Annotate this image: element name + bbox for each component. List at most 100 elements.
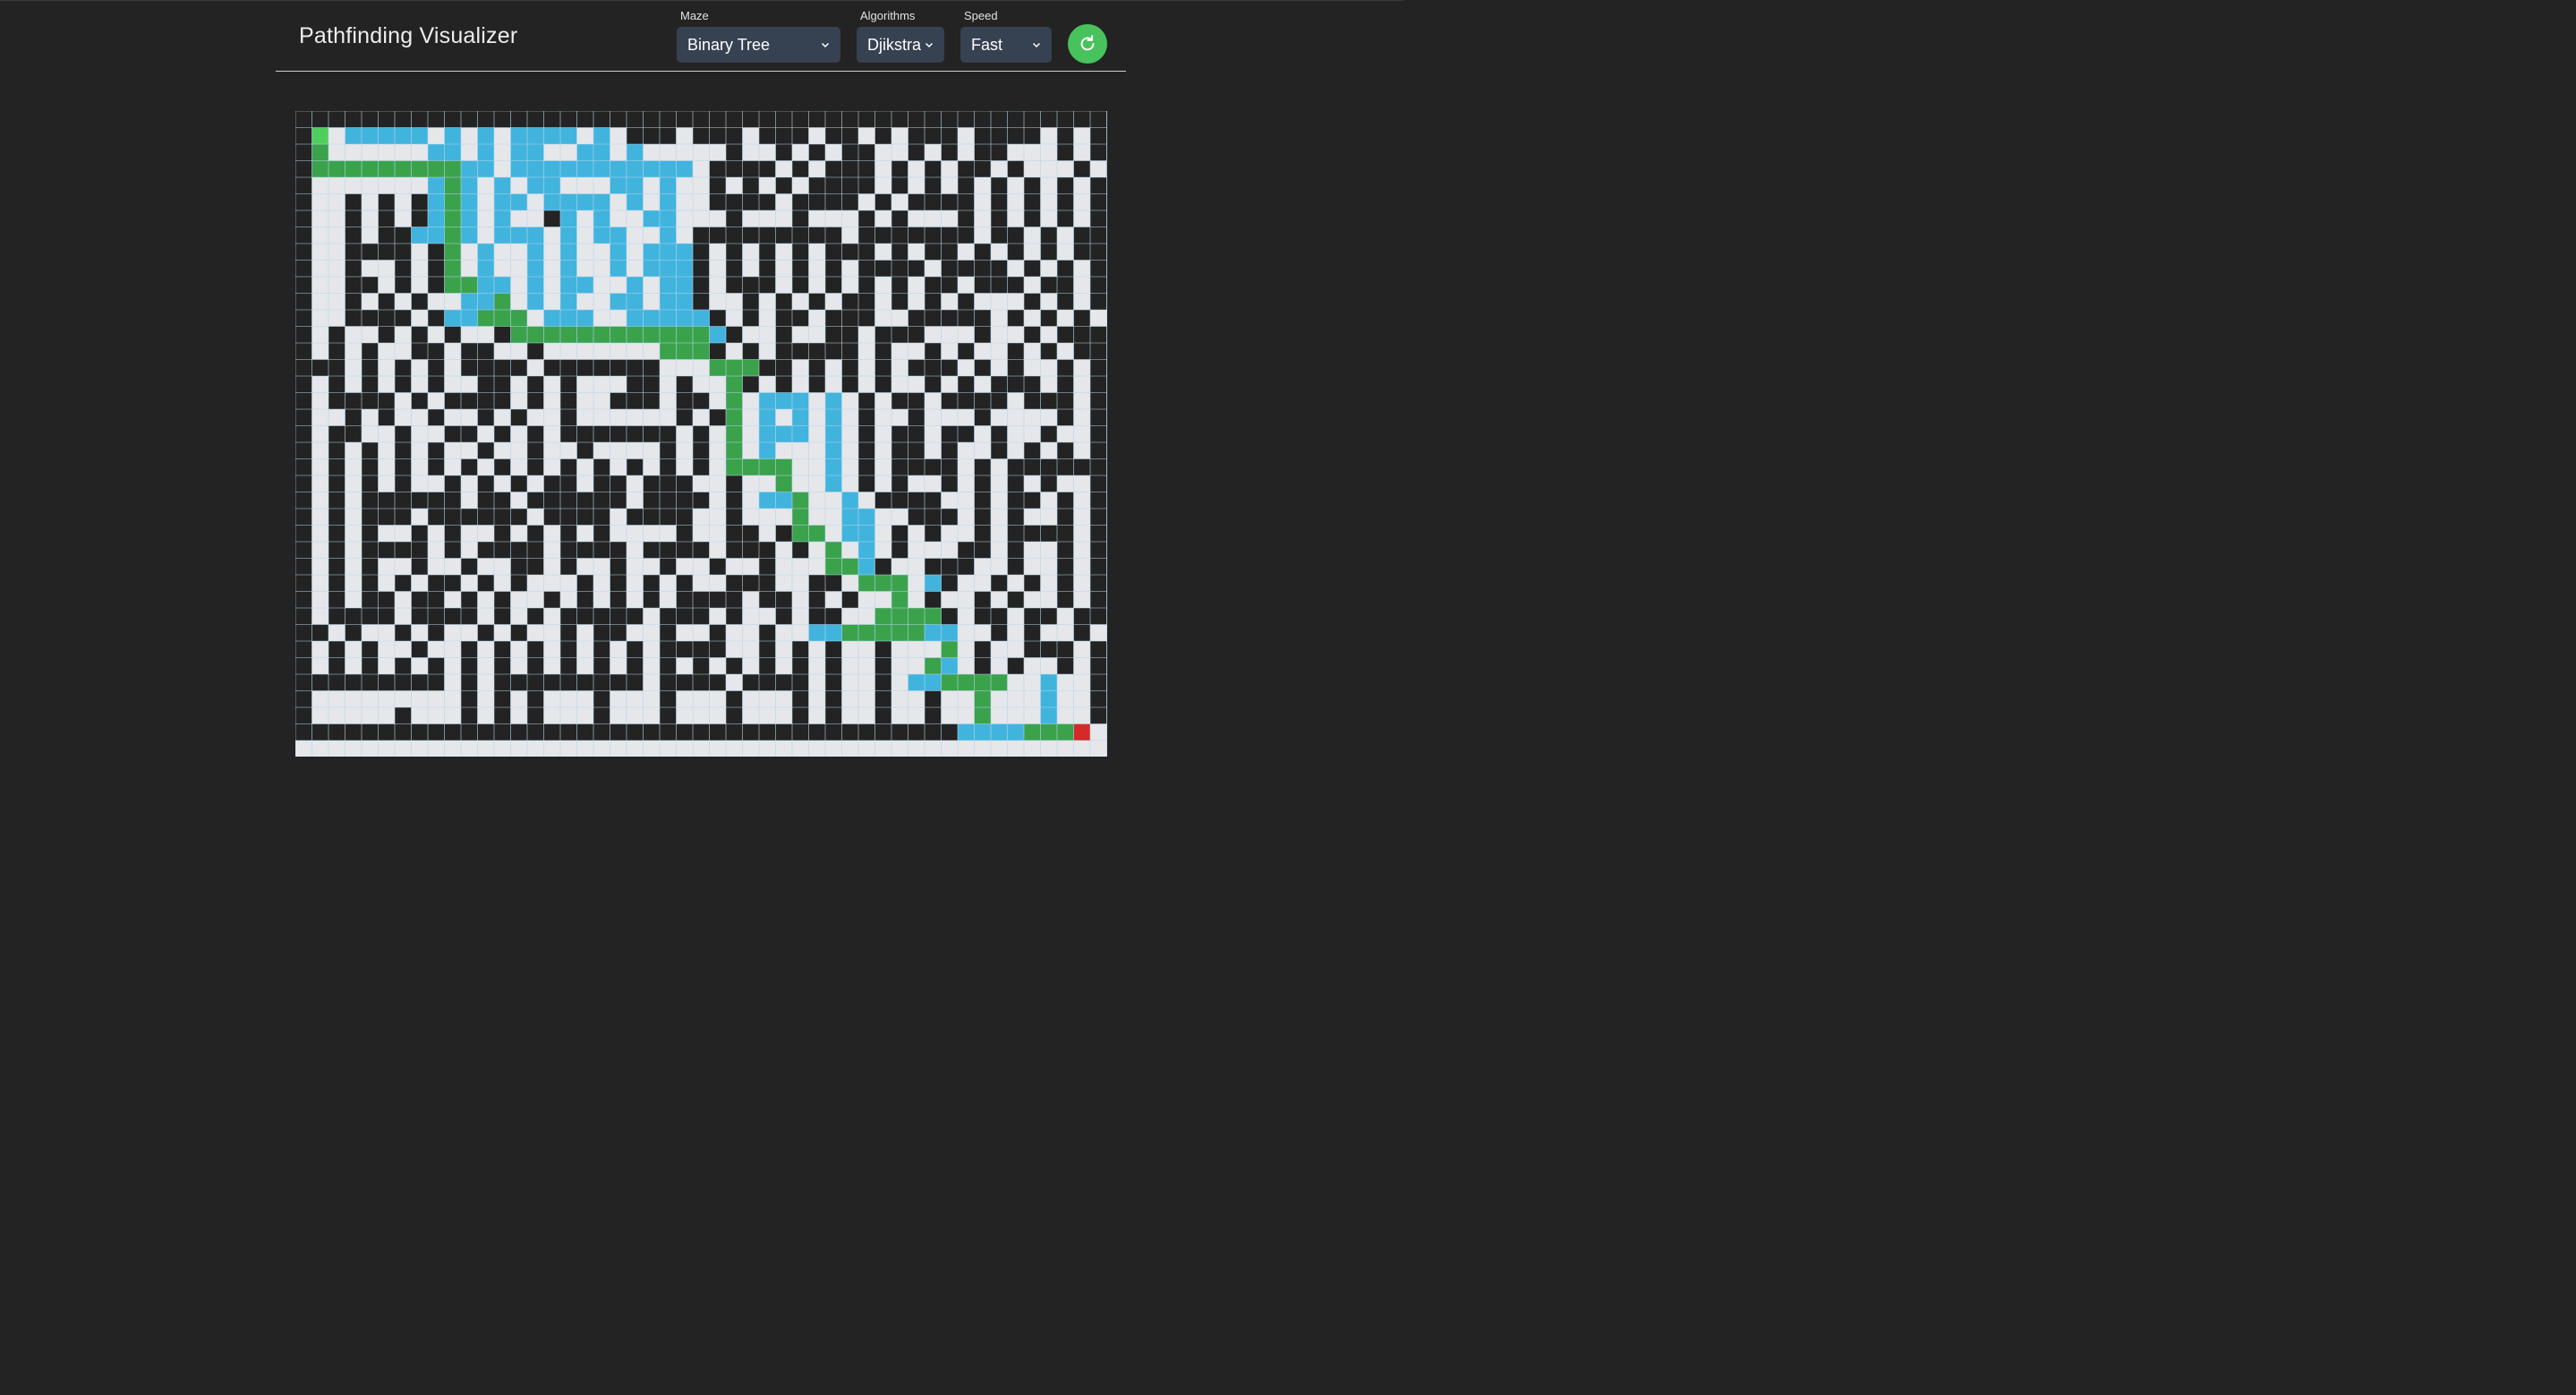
- wall-cell[interactable]: [858, 260, 875, 278]
- wall-cell[interactable]: [1007, 310, 1025, 327]
- wall-cell[interactable]: [428, 442, 445, 459]
- wall-cell[interactable]: [775, 591, 793, 609]
- wall-cell[interactable]: [1057, 392, 1074, 410]
- path-cell[interactable]: [693, 326, 710, 344]
- wall-cell[interactable]: [461, 343, 478, 360]
- wall-cell[interactable]: [311, 624, 329, 642]
- path-cell[interactable]: [676, 343, 694, 360]
- wall-cell[interactable]: [908, 359, 925, 377]
- wall-cell[interactable]: [693, 492, 710, 509]
- wall-cell[interactable]: [1090, 227, 1107, 244]
- wall-cell[interactable]: [543, 509, 561, 526]
- wall-cell[interactable]: [709, 409, 727, 426]
- path-cell[interactable]: [444, 277, 462, 294]
- path-cell[interactable]: [444, 244, 462, 261]
- wall-cell[interactable]: [908, 326, 925, 344]
- wall-cell[interactable]: [1057, 641, 1074, 658]
- wall-cell[interactable]: [726, 277, 743, 294]
- path-cell[interactable]: [643, 326, 661, 344]
- path-cell[interactable]: [726, 409, 743, 426]
- wall-cell[interactable]: [1057, 409, 1074, 426]
- wall-cell[interactable]: [974, 542, 992, 559]
- wall-cell[interactable]: [494, 690, 511, 708]
- wall-cell[interactable]: [428, 674, 445, 691]
- wall-cell[interactable]: [841, 111, 859, 128]
- path-cell[interactable]: [345, 160, 363, 178]
- wall-cell[interactable]: [974, 260, 992, 278]
- wall-cell[interactable]: [874, 127, 892, 145]
- visited-cell[interactable]: [660, 293, 677, 311]
- visited-cell[interactable]: [527, 127, 544, 145]
- wall-cell[interactable]: [908, 144, 925, 161]
- wall-cell[interactable]: [362, 492, 379, 509]
- visited-cell[interactable]: [1007, 723, 1025, 741]
- path-cell[interactable]: [444, 160, 462, 178]
- wall-cell[interactable]: [328, 575, 345, 592]
- wall-cell[interactable]: [941, 458, 959, 476]
- wall-cell[interactable]: [1040, 641, 1058, 658]
- wall-cell[interactable]: [1024, 624, 1041, 642]
- wall-cell[interactable]: [660, 608, 677, 625]
- visited-cell[interactable]: [560, 193, 577, 211]
- path-cell[interactable]: [378, 160, 396, 178]
- wall-cell[interactable]: [1007, 458, 1025, 476]
- wall-cell[interactable]: [775, 293, 793, 311]
- wall-cell[interactable]: [925, 723, 942, 741]
- wall-cell[interactable]: [974, 509, 992, 526]
- wall-cell[interactable]: [1024, 525, 1041, 543]
- path-cell[interactable]: [527, 326, 544, 344]
- visited-cell[interactable]: [576, 193, 594, 211]
- visited-cell[interactable]: [543, 177, 561, 194]
- wall-cell[interactable]: [593, 674, 610, 691]
- wall-cell[interactable]: [941, 723, 959, 741]
- path-cell[interactable]: [1024, 723, 1041, 741]
- wall-cell[interactable]: [908, 492, 925, 509]
- wall-cell[interactable]: [295, 244, 312, 261]
- wall-cell[interactable]: [428, 260, 445, 278]
- wall-cell[interactable]: [461, 707, 478, 724]
- wall-cell[interactable]: [1090, 392, 1107, 410]
- wall-cell[interactable]: [444, 575, 462, 592]
- visited-cell[interactable]: [925, 674, 942, 691]
- visited-cell[interactable]: [510, 193, 528, 211]
- visited-cell[interactable]: [560, 277, 577, 294]
- wall-cell[interactable]: [411, 525, 429, 543]
- wall-cell[interactable]: [693, 657, 710, 675]
- wall-cell[interactable]: [345, 111, 363, 128]
- wall-cell[interactable]: [610, 608, 627, 625]
- wall-cell[interactable]: [693, 723, 710, 741]
- wall-cell[interactable]: [726, 244, 743, 261]
- wall-cell[interactable]: [576, 542, 594, 559]
- wall-cell[interactable]: [908, 409, 925, 426]
- wall-cell[interactable]: [362, 359, 379, 377]
- wall-cell[interactable]: [908, 193, 925, 211]
- wall-cell[interactable]: [726, 227, 743, 244]
- path-cell[interactable]: [477, 310, 495, 327]
- wall-cell[interactable]: [726, 127, 743, 145]
- end-node[interactable]: [1073, 723, 1091, 741]
- wall-cell[interactable]: [660, 492, 677, 509]
- wall-cell[interactable]: [1024, 177, 1041, 194]
- wall-cell[interactable]: [775, 326, 793, 344]
- wall-cell[interactable]: [1090, 127, 1107, 145]
- visited-cell[interactable]: [576, 310, 594, 327]
- path-cell[interactable]: [693, 343, 710, 360]
- wall-cell[interactable]: [1090, 359, 1107, 377]
- wall-cell[interactable]: [941, 558, 959, 576]
- wall-cell[interactable]: [775, 608, 793, 625]
- wall-cell[interactable]: [527, 492, 544, 509]
- visited-cell[interactable]: [560, 293, 577, 311]
- wall-cell[interactable]: [825, 641, 842, 658]
- wall-cell[interactable]: [494, 392, 511, 410]
- wall-cell[interactable]: [693, 608, 710, 625]
- wall-cell[interactable]: [775, 359, 793, 377]
- wall-cell[interactable]: [543, 492, 561, 509]
- visited-cell[interactable]: [759, 392, 776, 410]
- wall-cell[interactable]: [576, 425, 594, 443]
- wall-cell[interactable]: [428, 509, 445, 526]
- wall-cell[interactable]: [411, 492, 429, 509]
- wall-cell[interactable]: [660, 425, 677, 443]
- wall-cell[interactable]: [527, 392, 544, 410]
- wall-cell[interactable]: [1057, 326, 1074, 344]
- wall-cell[interactable]: [345, 624, 363, 642]
